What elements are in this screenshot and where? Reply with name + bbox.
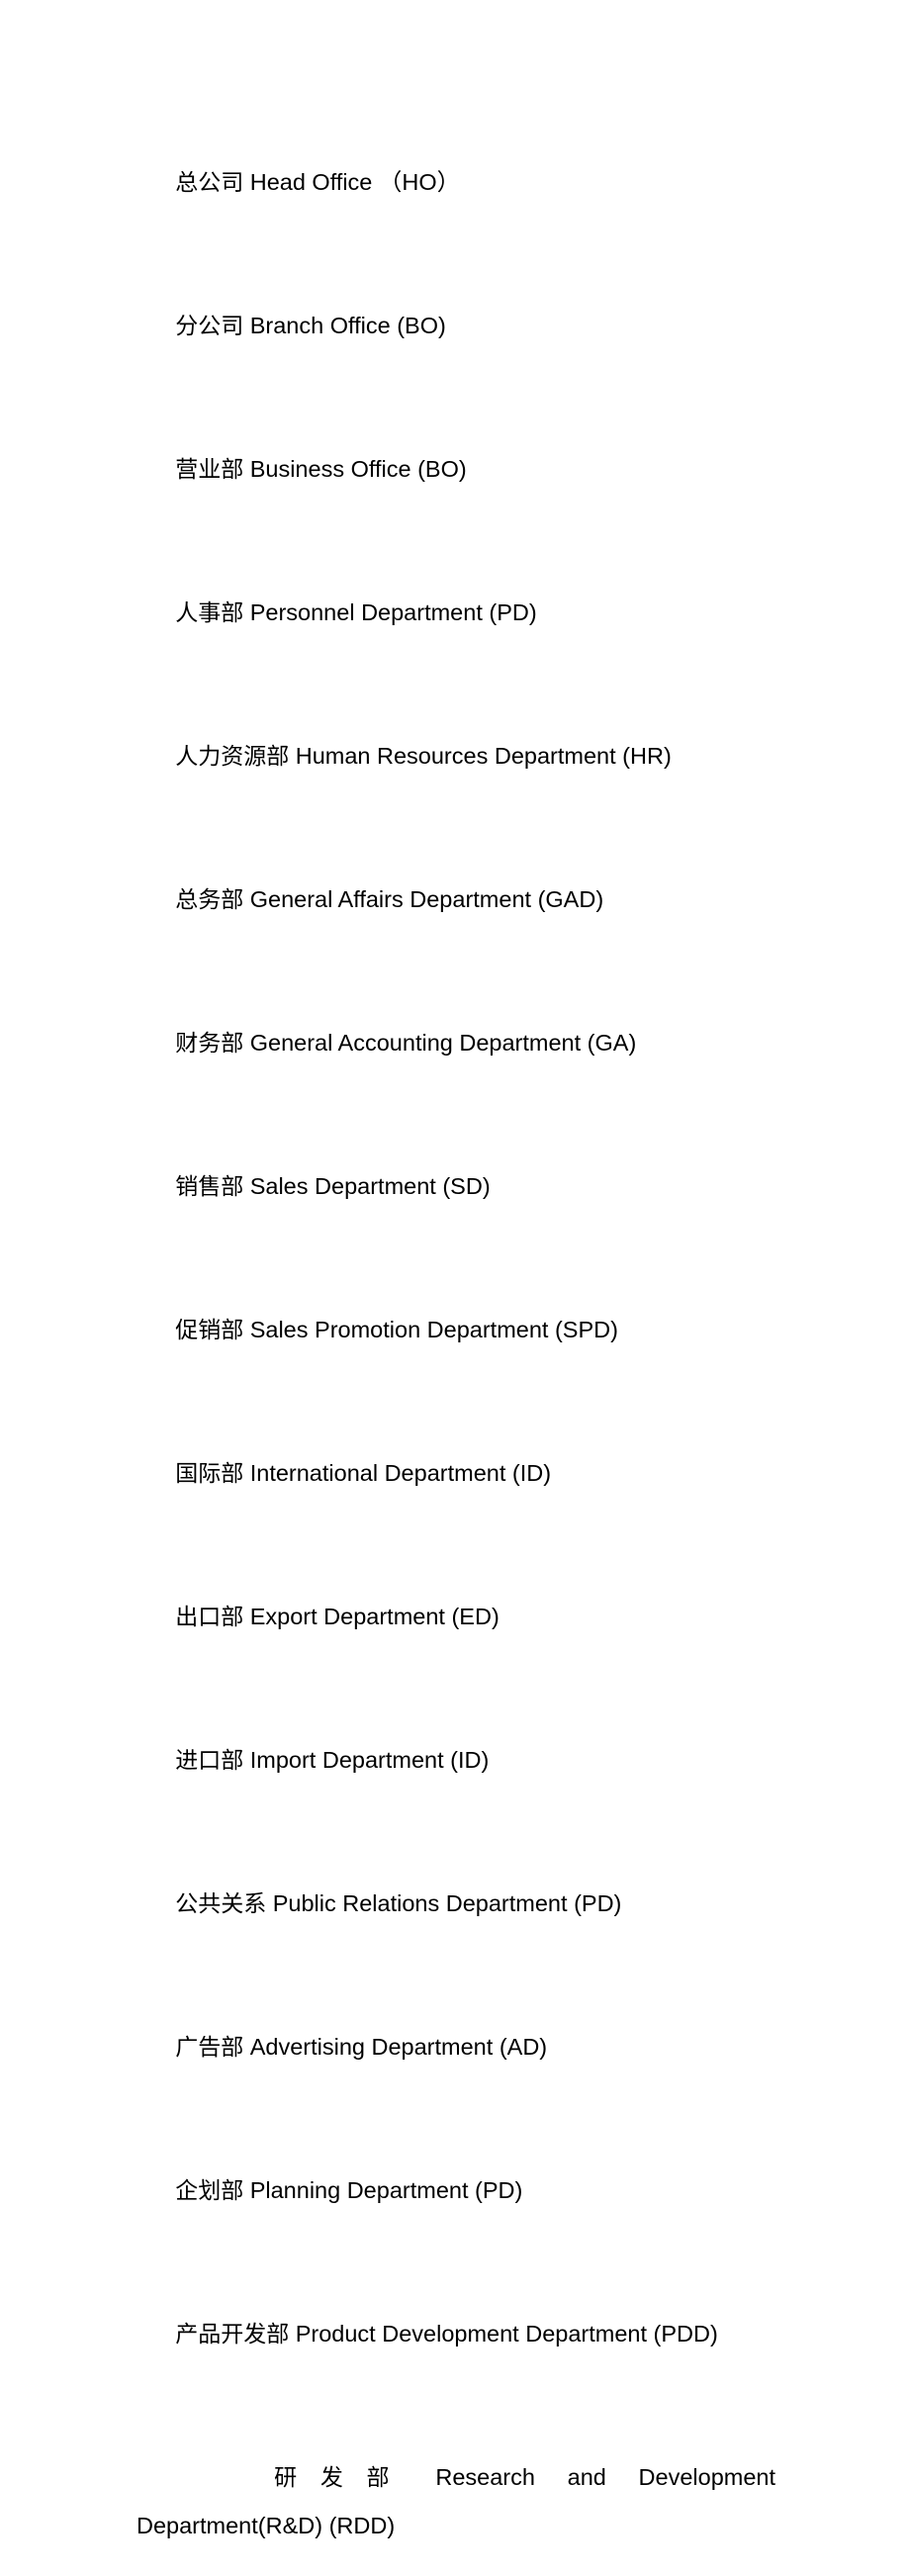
english-term: Export Department [249, 1604, 445, 1629]
abbreviation: (PDD) [653, 2321, 718, 2346]
text-line-public-relations-department: 公共关系 Public Relations Department (PD) [136, 1832, 775, 1976]
english-term: Public Relations Department [272, 1890, 568, 1916]
abbreviation: (GA) [587, 1030, 637, 1056]
english-term: International Department [249, 1460, 506, 1486]
cjk-term: 产品开发部 [175, 2322, 290, 2347]
cjk-term: 公共关系 [175, 1891, 267, 1917]
cjk-term: 促销部 [175, 1318, 244, 1343]
cjk-term: 进口部 [175, 1748, 244, 1774]
cjk-term: 人力资源部 [175, 744, 290, 770]
text-line-research-and-development-department: 研发部 Research and Development Department(… [136, 2406, 775, 2576]
english-term: Advertising Department [249, 2034, 494, 2060]
text-line-international-department: 国际部 International Department (ID) [136, 1402, 775, 1545]
english-term: Branch Office [249, 313, 391, 338]
cjk-term: 总公司 [175, 170, 244, 196]
english-term: General Accounting Department [249, 1030, 582, 1056]
document-text-body[interactable]: 总公司 Head Office （HO） 分公司 Branch Office (… [136, 111, 775, 2576]
text-line-branch-office: 分公司 Branch Office (BO) [136, 254, 775, 398]
abbreviation: (ED) [451, 1604, 500, 1629]
abbreviation: (PD) [475, 2177, 523, 2203]
document-page: 总公司 Head Office （HO） 分公司 Branch Office (… [0, 0, 910, 2538]
cjk-term: 企划部 [175, 2178, 244, 2204]
text-line-sales-promotion-department: 促销部 Sales Promotion Department (SPD) [136, 1258, 775, 1402]
text-line-import-department: 进口部 Import Department (ID) [136, 1689, 775, 1832]
english-term: Planning Department [249, 2177, 469, 2203]
abbreviation: (RDD) [328, 2513, 396, 2538]
cjk-term: 国际部 [175, 1461, 244, 1487]
abbreviation: (PD) [574, 1890, 622, 1916]
abbreviation: (SD) [442, 1173, 491, 1199]
text-line-head-office: 总公司 Head Office （HO） [136, 111, 775, 254]
text-line-export-department: 出口部 Export Department (ED) [136, 1545, 775, 1689]
english-term: Sales Department [249, 1173, 436, 1199]
text-line-advertising-department: 广告部 Advertising Department (AD) [136, 1976, 775, 2119]
text-line-product-development-department: 产品开发部 Product Development Department (PD… [136, 2262, 775, 2406]
cjk-term: 出口部 [175, 1605, 244, 1630]
cjk-term: 人事部 [175, 600, 244, 626]
cjk-term: 分公司 [175, 314, 244, 339]
cjk-term: 财务部 [175, 1031, 244, 1057]
english-term: Business Office [249, 456, 411, 482]
abbreviation: (BO) [397, 313, 446, 338]
english-term: Human Resources Department [295, 743, 616, 769]
text-line-general-affairs-department: 总务部 General Affairs Department (GAD) [136, 828, 775, 971]
cjk-term: 销售部 [175, 1174, 244, 1200]
english-term: Head Office [249, 169, 373, 195]
english-term: Product Development Department [295, 2321, 648, 2346]
english-term: Research and Development Department(R&D) [136, 2464, 792, 2538]
abbreviation: (ID) [511, 1460, 552, 1486]
abbreviation: (HR) [622, 743, 672, 769]
abbreviation: (PD) [489, 599, 537, 625]
text-line-sales-department: 销售部 Sales Department (SD) [136, 1115, 775, 1258]
text-line-human-resources-department: 人力资源部 Human Resources Department (HR) [136, 685, 775, 828]
english-term: Sales Promotion Department [249, 1317, 549, 1342]
cjk-term: 广告部 [175, 2035, 244, 2061]
text-line-business-office: 营业部 Business Office (BO) [136, 398, 775, 541]
english-term: Import Department [249, 1747, 444, 1773]
abbreviation: (SPD) [554, 1317, 618, 1342]
abbreviation: （HO） [378, 169, 461, 195]
text-line-planning-department: 企划部 Planning Department (PD) [136, 2119, 775, 2262]
cjk-term: 总务部 [175, 887, 244, 913]
text-line-personnel-department: 人事部 Personnel Department (PD) [136, 541, 775, 685]
cjk-term: 营业部 [175, 457, 244, 483]
abbreviation: (BO) [417, 456, 467, 482]
cjk-term: 研发部 [274, 2465, 413, 2491]
abbreviation: (ID) [450, 1747, 490, 1773]
text-line-general-accounting-department: 财务部 General Accounting Department (GA) [136, 971, 775, 1115]
english-term: General Affairs Department [249, 886, 532, 912]
english-term: Personnel Department [249, 599, 483, 625]
abbreviation: (AD) [499, 2034, 548, 2060]
abbreviation: (GAD) [537, 886, 604, 912]
